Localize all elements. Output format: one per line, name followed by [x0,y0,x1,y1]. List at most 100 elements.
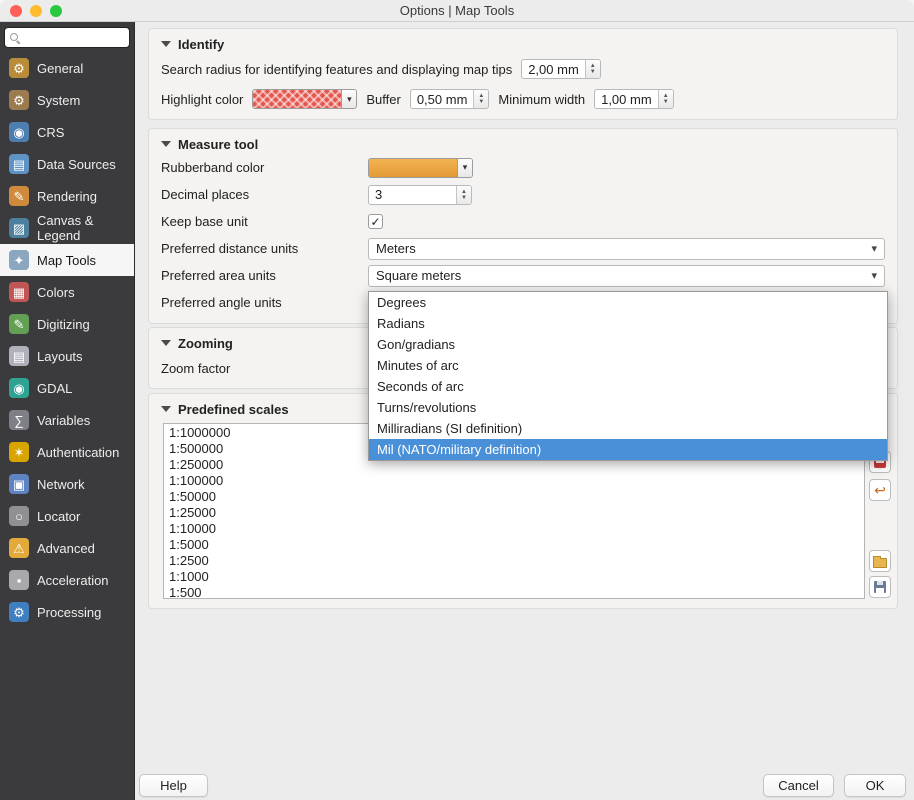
export-scales-button[interactable] [869,576,891,598]
paintbrush-icon: ✎ [14,190,25,203]
settings-sidebar: ⚙ General ⚙ System ◉ CRS ▤ Data Sources … [0,22,135,800]
palette-icon: ▦ [13,286,25,299]
measure-group-header[interactable]: Measure tool [161,134,885,154]
sidebar-item-locator[interactable]: ○ Locator [0,500,134,532]
search-icon [10,33,20,43]
identify-group-header[interactable]: Identify [161,34,885,54]
keep-base-unit-label: Keep base unit [161,214,368,229]
decimal-places-spinbox[interactable]: 3 ▲▼ [368,185,472,205]
map-tools-panel: Identify Search radius for identifying f… [135,22,914,800]
highlight-color-label: Highlight color [161,92,243,107]
preferred-area-units-label: Preferred area units [161,268,368,283]
lock-icon: ✶ [14,446,25,459]
ok-button[interactable]: OK [844,774,906,797]
scale-list-item[interactable]: 1:2500 [164,553,864,569]
stepper-icon[interactable]: ▲▼ [456,185,471,205]
crs-globe-icon: ◉ [13,126,24,139]
stepper-icon[interactable]: ▲▼ [585,59,600,79]
angle-units-option[interactable]: Minutes of arc [369,355,887,376]
collapse-triangle-icon [161,41,171,47]
cancel-button[interactable]: Cancel [763,774,834,797]
save-icon [874,581,886,593]
identify-group-title: Identify [178,37,224,52]
decimal-places-label: Decimal places [161,187,368,202]
wrench-icon: ⚙ [13,62,25,75]
angle-units-option[interactable]: Turns/revolutions [369,397,887,418]
page-layout-icon: ▤ [13,350,25,363]
warning-icon: ⚠ [13,542,25,555]
sidebar-item-layouts[interactable]: ▤ Layouts [0,340,134,372]
stepper-icon[interactable]: ▲▼ [658,89,673,109]
scales-group-title: Predefined scales [178,402,289,417]
sidebar-search[interactable] [4,27,130,48]
highlight-color-button[interactable]: ▾ [252,89,357,109]
sidebar-item-rendering[interactable]: ✎ Rendering [0,180,134,212]
sidebar-item-advanced[interactable]: ⚠ Advanced [0,532,134,564]
angle-units-option[interactable]: Radians [369,313,887,334]
angle-units-option[interactable]: Seconds of arc [369,376,887,397]
sidebar-item-general[interactable]: ⚙ General [0,52,134,84]
buffer-label: Buffer [366,92,400,107]
titlebar: Options | Map Tools [0,0,914,22]
buffer-spinbox[interactable]: 0,50 mm ▲▼ [410,89,490,109]
scale-list-item[interactable]: 1:50000 [164,489,864,505]
sidebar-item-canvas-legend[interactable]: ▨ Canvas & Legend [0,212,134,244]
magnifier-icon: ○ [15,510,23,523]
sidebar-item-processing[interactable]: ⚙ Processing [0,596,134,628]
sidebar-item-gdal[interactable]: ◉ GDAL [0,372,134,404]
map-tools-icon: ✦ [14,254,25,267]
keep-base-unit-checkbox[interactable] [368,214,383,229]
sidebar-item-system[interactable]: ⚙ System [0,84,134,116]
undo-arrow-icon: ↩ [874,483,886,497]
traffic-lights [10,5,62,17]
folder-icon [873,558,887,568]
help-button[interactable]: Help [139,774,208,797]
sidebar-item-acceleration[interactable]: ▪ Acceleration [0,564,134,596]
scale-list-item[interactable]: 1:25000 [164,505,864,521]
rubberband-color-button[interactable]: ▾ [368,158,473,178]
stepper-icon[interactable]: ▲▼ [473,89,488,109]
identify-group: Identify Search radius for identifying f… [148,28,898,120]
angle-units-option[interactable]: Degrees [369,292,887,313]
options-dialog: Options | Map Tools ⚙ General ⚙ System ◉… [0,0,914,800]
sidebar-item-authentication[interactable]: ✶ Authentication [0,436,134,468]
search-input[interactable] [24,30,124,46]
chevron-down-icon[interactable]: ▾ [341,90,356,108]
scale-list-item[interactable]: 1:1000 [164,569,864,585]
pencil-icon: ✎ [14,318,25,331]
angle-units-option[interactable]: Mil (NATO/military definition) [369,439,887,460]
scale-list-item[interactable]: 1:10000 [164,521,864,537]
chevron-down-icon: ▾ [871,269,877,282]
sidebar-item-crs[interactable]: ◉ CRS [0,116,134,148]
processing-gear-icon: ⚙ [13,606,25,619]
measure-group-title: Measure tool [178,137,258,152]
fullscreen-icon[interactable] [50,5,62,17]
import-scales-button[interactable] [869,550,891,572]
minimize-icon[interactable] [30,5,42,17]
preferred-angle-units-label: Preferred angle units [161,295,368,310]
acceleration-chip-icon: ▪ [17,574,22,587]
area-units-combobox[interactable]: Square meters ▾ [368,265,885,287]
scale-list-item[interactable]: 1:500 [164,585,864,599]
angle-units-option[interactable]: Gon/gradians [369,334,887,355]
sidebar-item-variables[interactable]: ∑ Variables [0,404,134,436]
chevron-down-icon[interactable]: ▾ [457,159,472,177]
sidebar-item-data-sources[interactable]: ▤ Data Sources [0,148,134,180]
minimum-width-spinbox[interactable]: 1,00 mm ▲▼ [594,89,674,109]
network-icon: ▣ [13,478,25,491]
sidebar-item-network[interactable]: ▣ Network [0,468,134,500]
angle-units-option[interactable]: Milliradians (SI definition) [369,418,887,439]
search-radius-spinbox[interactable]: 2,00 mm ▲▼ [521,59,601,79]
zooming-group-title: Zooming [178,336,233,351]
sidebar-item-digitizing[interactable]: ✎ Digitizing [0,308,134,340]
restore-default-scales-button[interactable]: ↩ [869,479,891,501]
scale-list-item[interactable]: 1:5000 [164,537,864,553]
search-radius-label: Search radius for identifying features a… [161,62,512,77]
distance-units-combobox[interactable]: Meters ▾ [368,238,885,260]
sidebar-item-colors[interactable]: ▦ Colors [0,276,134,308]
scale-list-item[interactable]: 1:100000 [164,473,864,489]
sidebar-item-map-tools[interactable]: ✦ Map Tools [0,244,134,276]
close-icon[interactable] [10,5,22,17]
sidebar-nav: ⚙ General ⚙ System ◉ CRS ▤ Data Sources … [0,52,134,628]
minimum-width-value: 1,00 mm [595,92,658,107]
